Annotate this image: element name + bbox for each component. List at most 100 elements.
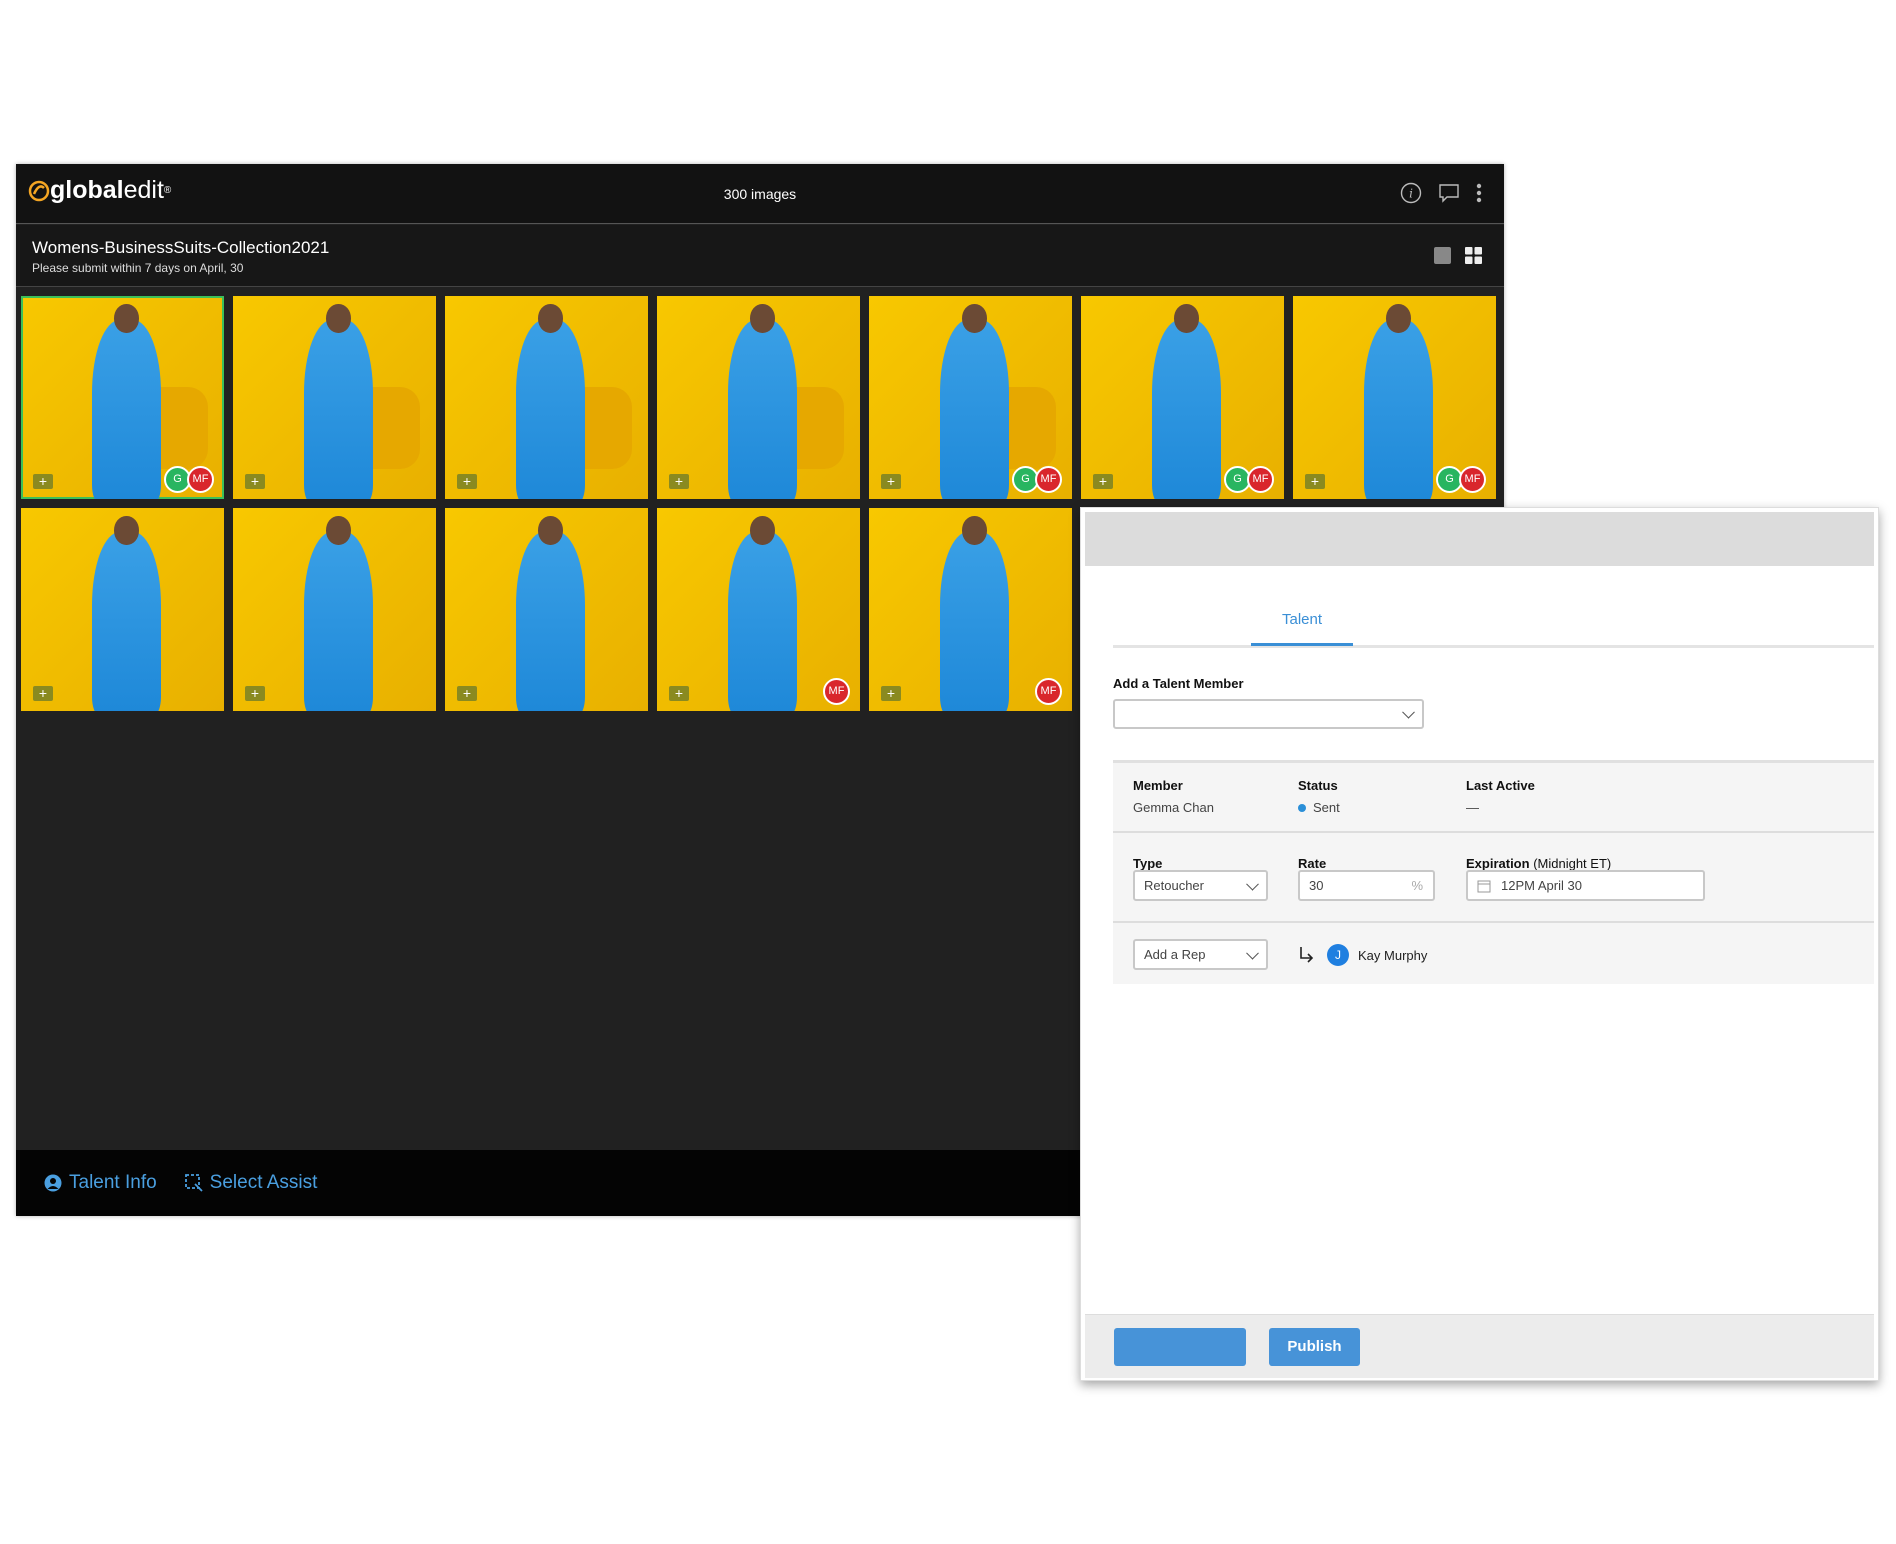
select-assist-icon: [184, 1174, 203, 1192]
rate-input[interactable]: 30%: [1298, 870, 1435, 901]
model-figure: [1364, 320, 1434, 499]
model-head: [962, 516, 987, 545]
arrow-turn-icon: [1300, 947, 1314, 963]
add-comment-icon[interactable]: +: [669, 686, 689, 701]
grid-view-icon[interactable]: [1465, 247, 1482, 264]
rep-name: Kay Murphy: [1358, 948, 1428, 963]
expiration-label: Expiration (Midnight ET): [1466, 856, 1611, 871]
add-comment-icon[interactable]: +: [245, 474, 265, 489]
image-thumbnail[interactable]: + MF: [869, 508, 1072, 711]
panel-header: [1085, 512, 1874, 566]
collection-title: Womens-BusinessSuits-Collection2021: [32, 238, 330, 257]
model-figure: [516, 532, 586, 711]
model-head: [326, 304, 351, 333]
publish-button[interactable]: Publish: [1269, 1328, 1360, 1366]
image-thumbnail[interactable]: +: [21, 508, 224, 711]
collection-header: Womens-BusinessSuits-Collection2021 Plea…: [16, 225, 1504, 287]
add-comment-icon[interactable]: +: [245, 686, 265, 701]
add-comment-icon[interactable]: +: [669, 474, 689, 489]
badge-group: MF: [823, 678, 850, 705]
model-figure: [728, 532, 798, 711]
add-rep-placeholder: Add a Rep: [1144, 947, 1206, 962]
image-count: 300 images: [723, 186, 797, 202]
single-view-icon[interactable]: [1434, 247, 1451, 264]
image-thumbnail[interactable]: + G MF: [21, 296, 224, 499]
model-figure: [304, 532, 374, 711]
add-comment-icon[interactable]: +: [881, 686, 901, 701]
model-figure: [516, 320, 586, 499]
add-comment-icon[interactable]: +: [881, 474, 901, 489]
add-member-dropdown[interactable]: [1113, 699, 1424, 729]
model-head: [750, 516, 775, 545]
info-icon[interactable]: i: [1400, 182, 1422, 204]
user-badge: MF: [1247, 466, 1274, 493]
add-comment-icon[interactable]: +: [457, 474, 477, 489]
rep-avatar: J: [1327, 944, 1349, 966]
model-head: [1386, 304, 1411, 333]
type-label: Type: [1133, 856, 1163, 871]
model-head: [114, 516, 139, 545]
last-active-header: Last Active: [1466, 778, 1535, 793]
model-head: [962, 304, 987, 333]
badge-group: MF: [1035, 678, 1062, 705]
model-figure: [304, 320, 374, 499]
user-badge: MF: [1035, 466, 1062, 493]
badge-group: G MF: [1012, 466, 1062, 493]
image-thumbnail[interactable]: + G MF: [869, 296, 1072, 499]
image-thumbnail[interactable]: + G MF: [1081, 296, 1284, 499]
image-thumbnail[interactable]: +: [233, 508, 436, 711]
tab-bar: [1113, 645, 1874, 648]
add-comment-icon[interactable]: +: [1093, 474, 1113, 489]
comment-icon[interactable]: [1438, 182, 1460, 204]
status-text: Sent: [1313, 800, 1340, 815]
rate-value: 30: [1309, 878, 1324, 893]
talent-info-label: Talent Info: [69, 1172, 157, 1193]
badge-group: G MF: [164, 466, 214, 493]
status-value: Sent: [1298, 800, 1340, 815]
image-thumbnail[interactable]: +: [445, 508, 648, 711]
image-thumbnail[interactable]: +: [445, 296, 648, 499]
type-value: Retoucher: [1144, 878, 1204, 893]
divider: [1113, 831, 1874, 833]
top-bar: global edit ® 300 images i: [16, 164, 1504, 224]
add-comment-icon[interactable]: +: [457, 686, 477, 701]
last-active-value: —: [1466, 800, 1479, 815]
chevron-down-icon: [1246, 946, 1259, 960]
model-head: [538, 304, 563, 333]
add-member-label: Add a Talent Member: [1113, 676, 1244, 691]
add-rep-dropdown[interactable]: Add a Rep: [1133, 939, 1268, 970]
expiration-value: 12PM April 30: [1501, 878, 1582, 893]
image-thumbnail[interactable]: +: [233, 296, 436, 499]
tab-talent[interactable]: Talent: [1251, 611, 1353, 628]
divider: [1113, 921, 1874, 923]
badge-group: G MF: [1224, 466, 1274, 493]
deadline-note: Please submit within 7 days on April, 30: [32, 261, 244, 275]
model-figure: [940, 532, 1010, 711]
type-dropdown[interactable]: Retoucher: [1133, 870, 1268, 901]
chevron-down-icon: [1246, 877, 1259, 891]
image-thumbnail[interactable]: + G MF: [1293, 296, 1496, 499]
add-comment-icon[interactable]: +: [33, 686, 53, 701]
model-head: [1174, 304, 1199, 333]
model-figure: [940, 320, 1010, 499]
talent-panel: Talent Add a Talent Member Member Status…: [1080, 507, 1879, 1381]
model-figure: [92, 320, 162, 499]
add-comment-icon[interactable]: +: [33, 474, 53, 489]
model-head: [326, 516, 351, 545]
member-name: Gemma Chan: [1133, 800, 1214, 815]
status-header: Status: [1298, 778, 1338, 793]
model-figure: [1152, 320, 1222, 499]
talent-info-button[interactable]: Talent Info: [44, 1172, 157, 1194]
image-thumbnail[interactable]: + MF: [657, 508, 860, 711]
badge-group: G MF: [1436, 466, 1486, 493]
expiration-label-text: Expiration: [1466, 856, 1530, 871]
select-assist-button[interactable]: Select Assist: [184, 1172, 317, 1194]
expiration-date-input[interactable]: 12PM April 30: [1466, 870, 1705, 901]
model-head: [750, 304, 775, 333]
more-vertical-icon[interactable]: [1476, 183, 1482, 203]
user-badge: MF: [1035, 678, 1062, 705]
image-thumbnail[interactable]: +: [657, 296, 860, 499]
add-comment-icon[interactable]: +: [1305, 474, 1325, 489]
member-header: Member: [1133, 778, 1183, 793]
secondary-action-button[interactable]: [1114, 1328, 1246, 1366]
